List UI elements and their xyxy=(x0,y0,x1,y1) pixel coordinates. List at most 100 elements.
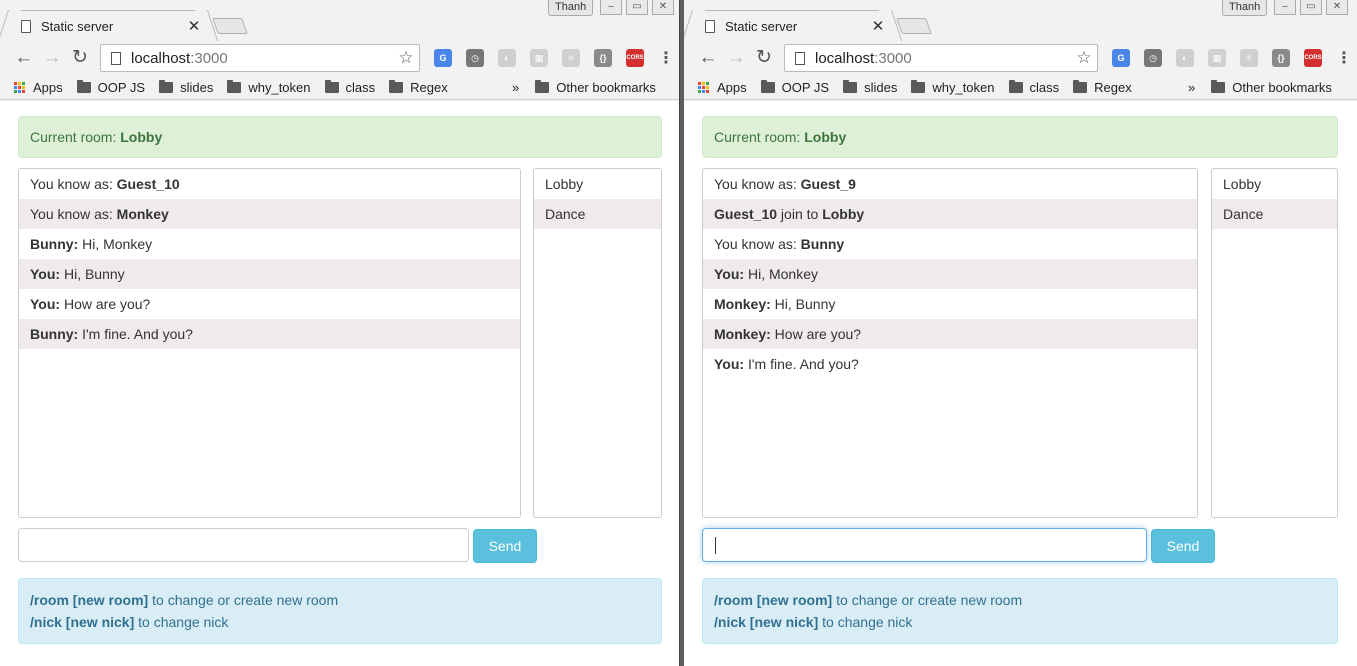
other-bookmarks[interactable]: Other bookmarks xyxy=(1211,80,1332,95)
message-row: You know as: Guest_10 xyxy=(19,169,520,199)
help-description: to change or create new room xyxy=(148,592,339,608)
folder-icon xyxy=(843,80,858,93)
page-icon xyxy=(795,51,805,65)
minimize-icon[interactable]: ‒ xyxy=(600,0,622,15)
grey-extension-icon[interactable]: ◐ xyxy=(498,49,516,67)
cors-extension-icon[interactable]: CORS xyxy=(1304,49,1322,67)
bookmark-apps[interactable]: Apps xyxy=(14,80,63,95)
help-command: /room [new room] xyxy=(714,592,833,608)
room-item[interactable]: Lobby xyxy=(1212,169,1337,199)
message-text: How are you? xyxy=(770,326,862,342)
send-button[interactable]: Send xyxy=(473,529,537,563)
bookmark-slides[interactable]: slides xyxy=(159,80,213,95)
close-icon[interactable]: ✕ xyxy=(187,17,201,35)
bookmarks-overflow-button[interactable]: » xyxy=(1188,80,1195,95)
current-room-name: Lobby xyxy=(120,129,163,145)
browser-tab[interactable]: Static server ✕ xyxy=(8,10,208,40)
title-bar: Static server ✕ Thanh ‒ ▭ ✕ xyxy=(684,0,1357,40)
bookmark-regex[interactable]: Regex xyxy=(389,80,448,95)
message-input[interactable] xyxy=(18,528,469,562)
bookmark-oop-js[interactable]: OOP JS xyxy=(76,80,145,95)
message-row: You know as: Monkey xyxy=(19,199,520,229)
new-tab-button[interactable] xyxy=(212,18,248,34)
grey-extension-icon[interactable]: ◐ xyxy=(1176,49,1194,67)
bookmark-star-icon[interactable]: ☆ xyxy=(1071,48,1097,68)
bookmark-slides[interactable]: slides xyxy=(843,80,897,95)
folder-icon xyxy=(1073,80,1088,93)
speed-extension-icon[interactable]: ◷ xyxy=(466,49,484,67)
bookmark-label: why_token xyxy=(932,80,995,95)
react-extension-icon[interactable]: ⚛ xyxy=(1240,49,1258,67)
message-row: You know as: Bunny xyxy=(703,229,1197,259)
message-sender: Monkey: xyxy=(714,296,771,312)
bookmarks-bar: Apps OOP JS slides why_token class Regex » Othe… xyxy=(0,76,679,100)
profile-badge[interactable]: Thanh xyxy=(548,0,594,16)
bookmarks-overflow-button[interactable]: » xyxy=(512,80,519,95)
json-extension-icon[interactable]: {} xyxy=(594,49,612,67)
reload-icon[interactable]: ↻ xyxy=(750,44,778,72)
url-text[interactable]: localhost:3000 xyxy=(131,50,393,67)
translate-extension-icon[interactable]: G xyxy=(434,49,452,67)
url-text[interactable]: localhost:3000 xyxy=(815,50,1071,67)
reload-icon[interactable]: ↻ xyxy=(66,44,94,72)
maximize-icon[interactable]: ▭ xyxy=(626,0,648,15)
grid-extension-icon[interactable]: ▦ xyxy=(1208,49,1226,67)
close-window-icon[interactable]: ✕ xyxy=(1326,0,1348,15)
grid-extension-icon[interactable]: ▦ xyxy=(530,49,548,67)
url-host: localhost xyxy=(815,49,875,67)
translate-extension-icon[interactable]: G xyxy=(1112,49,1130,67)
bookmark-why-token[interactable]: why_token xyxy=(911,80,995,95)
bookmark-class[interactable]: class xyxy=(324,80,375,95)
room-item[interactable]: Dance xyxy=(534,199,661,229)
forward-arrow-icon[interactable]: → xyxy=(722,44,750,72)
send-button[interactable]: Send xyxy=(1151,529,1215,563)
bookmarks-right: » Other bookmarks xyxy=(512,80,670,95)
profile-badge[interactable]: Thanh xyxy=(1222,0,1268,16)
bookmark-oop-js[interactable]: OOP JS xyxy=(760,80,829,95)
folder-icon xyxy=(159,80,174,93)
forward-arrow-icon[interactable]: → xyxy=(38,44,66,72)
back-arrow-icon[interactable]: ← xyxy=(694,44,722,72)
close-icon[interactable]: ✕ xyxy=(871,17,885,35)
json-extension-icon[interactable]: {} xyxy=(1272,49,1290,67)
message-sender: You: xyxy=(714,266,745,282)
current-room-label: Current room: xyxy=(30,129,117,145)
back-arrow-icon[interactable]: ← xyxy=(10,44,38,72)
bookmark-class[interactable]: class xyxy=(1008,80,1059,95)
url-host: localhost xyxy=(131,49,191,67)
maximize-icon[interactable]: ▭ xyxy=(1300,0,1322,15)
help-alert: /room [new room] to change or create new… xyxy=(18,578,662,644)
message-input[interactable] xyxy=(702,528,1147,562)
close-window-icon[interactable]: ✕ xyxy=(652,0,674,15)
menu-dots-icon[interactable]: ⋮ xyxy=(1334,48,1354,68)
menu-dots-icon[interactable]: ⋮ xyxy=(656,48,676,68)
message-sender: Bunny: xyxy=(30,236,79,252)
folder-icon xyxy=(760,80,775,93)
page-icon xyxy=(111,51,121,65)
message-row: Guest_10 join to Lobby xyxy=(703,199,1197,229)
bookmark-regex[interactable]: Regex xyxy=(1073,80,1132,95)
message-row: You know as: Guest_9 xyxy=(703,169,1197,199)
bookmark-why-token[interactable]: why_token xyxy=(227,80,311,95)
room-item[interactable]: Lobby xyxy=(534,169,661,199)
new-tab-button[interactable] xyxy=(896,18,932,34)
address-bar[interactable]: localhost:3000 ☆ xyxy=(100,44,420,72)
react-extension-icon[interactable]: ⚛ xyxy=(562,49,580,67)
bookmark-label: Regex xyxy=(1094,80,1132,95)
rooms-list: Lobby Dance xyxy=(1211,168,1338,518)
speed-extension-icon[interactable]: ◷ xyxy=(1144,49,1162,67)
bookmark-star-icon[interactable]: ☆ xyxy=(393,48,419,68)
browser-tab[interactable]: Static server ✕ xyxy=(692,10,892,40)
folder-icon xyxy=(1008,80,1023,93)
folder-icon xyxy=(76,80,91,93)
minimize-icon[interactable]: ‒ xyxy=(1274,0,1296,15)
message-row: Bunny: I'm fine. And you? xyxy=(19,319,520,349)
room-item[interactable]: Dance xyxy=(1212,199,1337,229)
address-bar[interactable]: localhost:3000 ☆ xyxy=(784,44,1098,72)
message-sender: Monkey: xyxy=(714,326,771,342)
browser-window-left: Static server ✕ Thanh ‒ ▭ ✕ ← → ↻ localhost:3000 ☆… xyxy=(0,0,680,666)
bookmark-apps[interactable]: Apps xyxy=(698,80,747,95)
other-bookmarks[interactable]: Other bookmarks xyxy=(535,80,656,95)
cors-extension-icon[interactable]: CORS xyxy=(626,49,644,67)
message-bold: Guest_10 xyxy=(116,176,180,192)
